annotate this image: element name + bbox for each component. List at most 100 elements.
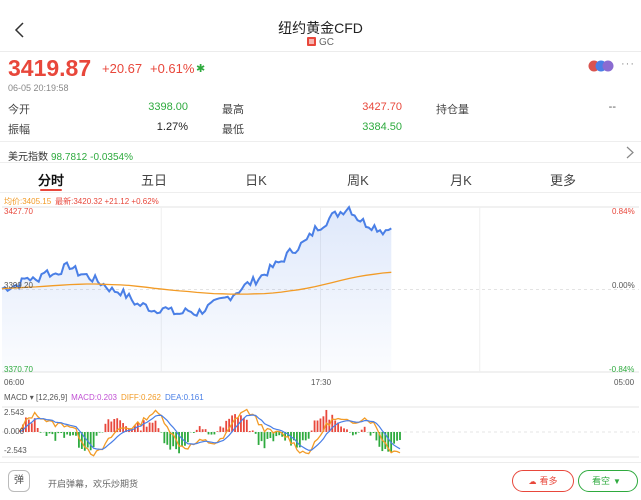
avatar-group-icon[interactable] [588, 60, 614, 72]
macd-bar [160, 432, 163, 433]
macd-bar [36, 428, 39, 432]
more-options-button[interactable]: ··· [621, 58, 635, 70]
macd-bar [346, 429, 348, 432]
macd-bar [254, 432, 257, 434]
intraday-chart[interactable] [0, 205, 641, 375]
low-value: 3384.50 [362, 121, 402, 133]
macd-bar [225, 420, 228, 432]
bullet-comment-input[interactable]: 开启弹幕，欢乐炒期货 [48, 477, 138, 490]
macd-bar [213, 432, 216, 435]
macd-bar [166, 432, 169, 445]
macd-bar [27, 419, 30, 432]
code-label: GC [319, 37, 334, 48]
instrument-code: GC [0, 37, 641, 48]
macd-bar [142, 420, 145, 432]
nav-header: 纽约黄金CFD GC [0, 0, 641, 52]
macd-value: MACD:0.203 [71, 393, 117, 402]
macd-bar [313, 420, 316, 432]
macd-info-line[interactable]: MACD ▾ [12,26,9] MACD:0.203 DIFF:0.262 DEA:… [4, 393, 204, 402]
macd-bar [331, 414, 334, 432]
macd-bar [325, 409, 328, 432]
macd-bar [95, 432, 98, 436]
flash-icon: ✱ [196, 63, 206, 75]
macd-params: [12,26,9] [36, 393, 68, 402]
tab-intraday[interactable]: 分时 [21, 170, 81, 189]
y-axis-bottom: 3370.70 [4, 365, 33, 374]
tab-more[interactable]: 更多 [533, 170, 593, 189]
dea-value: DEA:0.161 [164, 393, 204, 402]
usd-index-row[interactable]: 美元指数 98.7812 -0.0354% [8, 148, 133, 163]
macd-bar [316, 420, 319, 432]
y-axis-mid: 3399.20 [4, 281, 33, 290]
macd-bar [113, 418, 116, 432]
macd-bar [110, 421, 113, 432]
macd-bar [92, 432, 95, 448]
go-short-label: 看空 [592, 476, 611, 486]
macd-bar [39, 432, 42, 433]
page-title: 纽约黄金CFD [278, 20, 363, 36]
macd-bar [354, 432, 357, 435]
go-long-label: 看多 [539, 476, 558, 486]
macd-bar [216, 431, 219, 432]
diff-line [19, 408, 401, 457]
quote-timestamp: 06-05 20:19:58 [8, 83, 69, 93]
macd-bar [163, 432, 166, 444]
open-label: 今开 [8, 104, 30, 116]
go-long-button[interactable]: ☁ 看多 [512, 470, 574, 492]
chevron-right-icon[interactable] [626, 146, 634, 159]
tab-monthly-k[interactable]: 月K [431, 170, 491, 189]
macd-bar [184, 432, 186, 446]
macd-bar [148, 422, 151, 432]
macd-bar [310, 430, 313, 432]
bullet-comment-toggle[interactable]: 弹 [8, 470, 30, 492]
macd-bar [139, 430, 142, 432]
open-interest-label: 持仓量 [436, 104, 469, 116]
macd-bar [210, 432, 213, 435]
macd-bar [349, 432, 351, 433]
pct-axis-top: 0.84% [612, 207, 635, 216]
active-tab-indicator [40, 189, 62, 191]
low-label: 最低 [222, 124, 244, 136]
macd-title: MACD [4, 393, 28, 402]
macd-bar [245, 419, 248, 432]
macd-bar [319, 418, 322, 432]
macd-bar [369, 432, 372, 436]
macd-bar [304, 432, 307, 441]
open-value: 3398.00 [148, 101, 188, 113]
go-short-button[interactable]: 看空 ▼ [578, 470, 638, 492]
macd-bar [154, 420, 157, 432]
macd-bar [195, 429, 198, 432]
price-change-pct: +0.61% [150, 61, 195, 76]
macd-bar [248, 430, 251, 432]
macd-bar [351, 432, 354, 436]
macd-bar [57, 432, 60, 434]
macd-bar [192, 432, 195, 433]
macd-chart[interactable] [0, 404, 641, 460]
x-axis-end: 05:00 [614, 378, 635, 387]
last-price: 3419.87 [8, 55, 92, 81]
macd-bar [399, 432, 401, 441]
macd-bar [169, 432, 172, 450]
macd-bar [187, 432, 189, 443]
macd-bar [363, 426, 366, 432]
amplitude-label: 振幅 [8, 124, 30, 136]
tab-daily-k[interactable]: 日K [226, 170, 286, 189]
macd-bar [301, 432, 304, 441]
triangle-down-icon: ▼ [613, 477, 621, 486]
macd-bar [343, 428, 345, 432]
macd-bar [375, 432, 378, 441]
tab-weekly-k[interactable]: 周K [328, 170, 388, 189]
macd-bar [242, 418, 245, 432]
macd-bar [69, 432, 71, 436]
pct-axis-mid: 0.00% [612, 281, 635, 290]
macd-bar [63, 432, 66, 438]
macd-bar [340, 426, 342, 432]
cloud-up-icon: ☁ [528, 477, 537, 486]
macd-bar [372, 432, 375, 434]
macd-bar [98, 432, 101, 433]
macd-bar [207, 432, 210, 435]
open-interest-value: -- [608, 101, 616, 113]
macd-bar [251, 430, 254, 432]
macd-bar [263, 432, 266, 449]
tab-five-day[interactable]: 五日 [124, 170, 184, 189]
